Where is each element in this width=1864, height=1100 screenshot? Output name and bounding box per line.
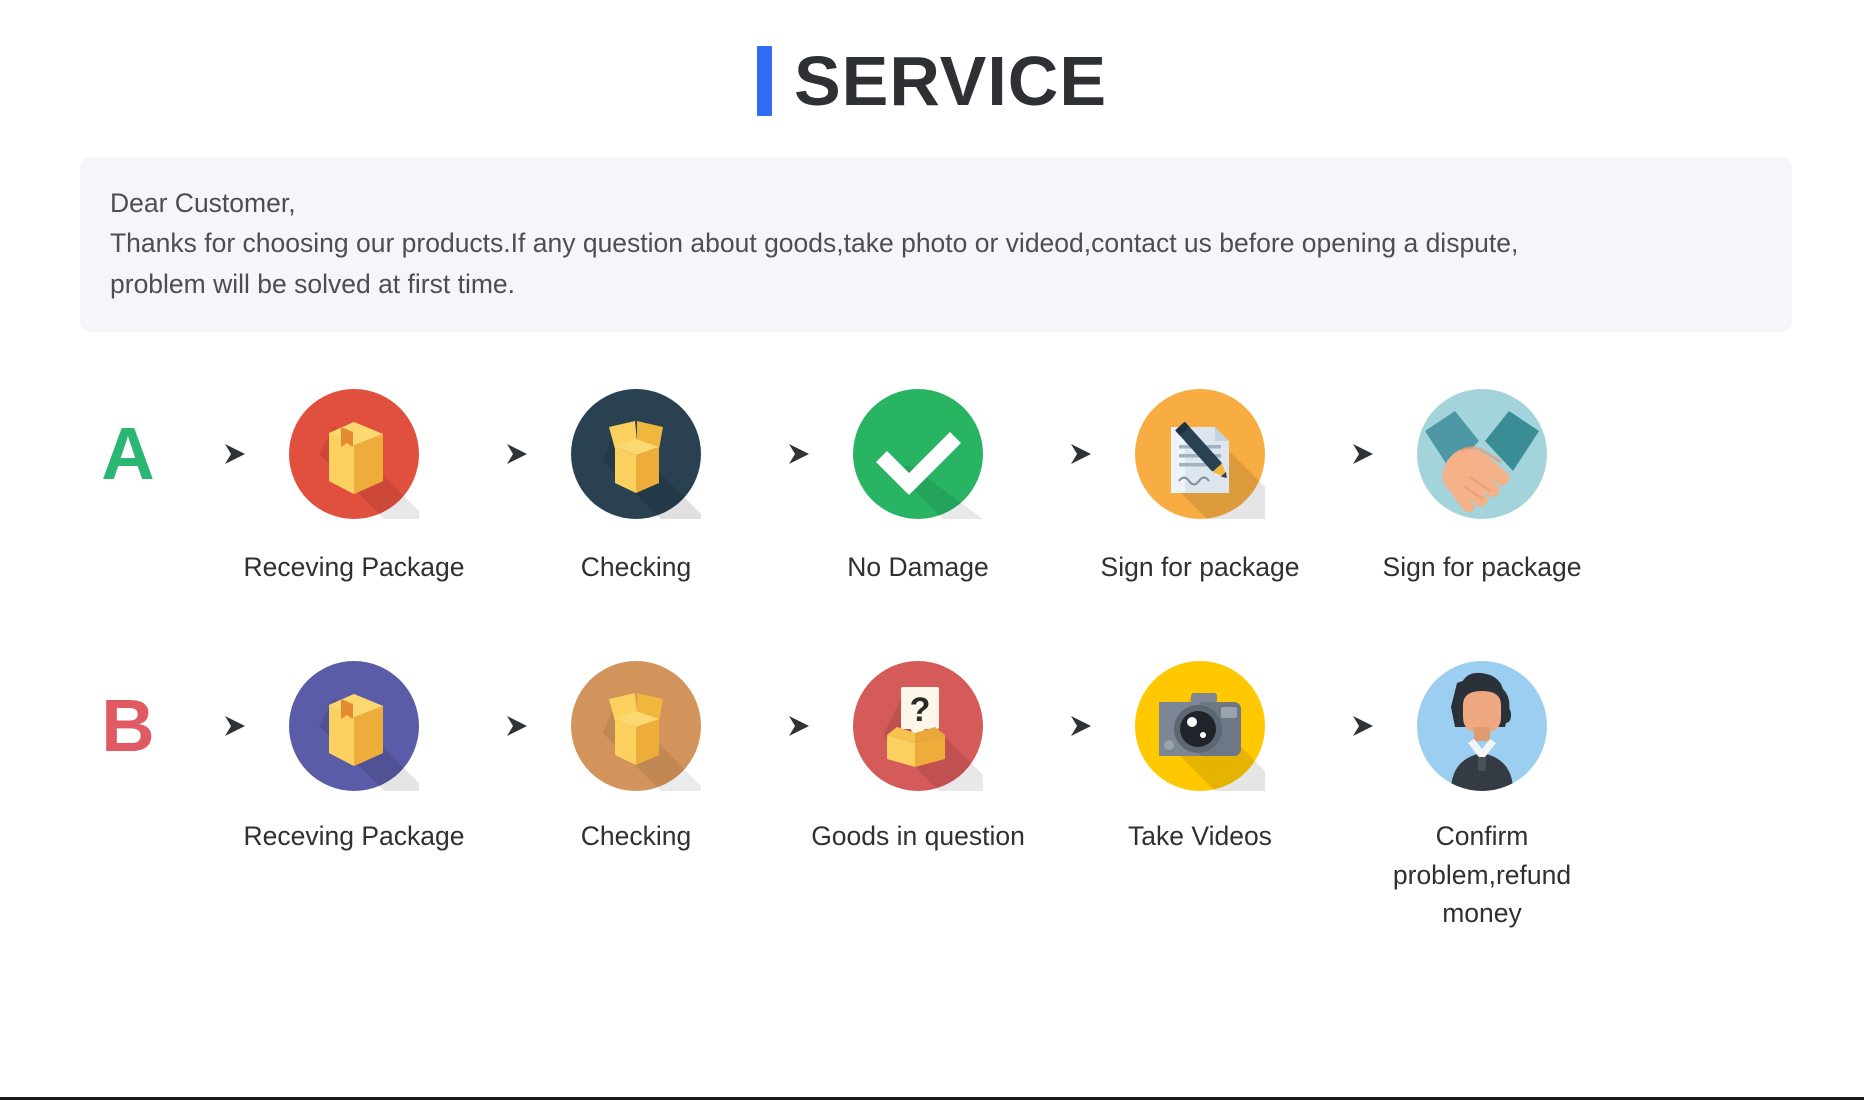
document-pen-icon (1135, 388, 1265, 519)
arrow-right-icon (1017, 661, 1101, 791)
arrow-right-icon (1299, 661, 1383, 791)
camera-icon (1135, 661, 1265, 792)
flow-step-b5-label: Confirm problem,refund money (1392, 821, 1572, 929)
svg-text:?: ? (910, 691, 931, 729)
handshake-icon (1417, 388, 1547, 519)
flow-step-b2-label: Checking (580, 821, 692, 852)
flow-step-a4: Sign for package (1101, 364, 1299, 586)
closed-box-icon (289, 388, 419, 519)
open-box-icon (571, 661, 701, 792)
flow-step-b1: Receving Package (244, 636, 464, 855)
flow-step-a5: Sign for package (1383, 364, 1581, 586)
customer-notice-banner: Dear Customer, Thanks for choosing our p… (80, 157, 1792, 332)
arrow-right-icon (453, 389, 537, 519)
flow-letter-a: A (85, 389, 171, 519)
arrow-right-icon (453, 661, 537, 791)
open-box-icon (571, 388, 701, 519)
flow-row-b: B Receving Package Checking ? Goods in q… (0, 636, 1864, 932)
notice-line-1: Dear Customer, (110, 188, 296, 218)
arrow-right-icon (1299, 389, 1383, 519)
flow-letter-b-text: B (101, 684, 155, 768)
service-page: SERVICE Dear Customer, Thanks for choosi… (0, 0, 1864, 1100)
flow-step-b3: ? Goods in question (811, 636, 1025, 855)
page-title: SERVICE (0, 0, 1864, 116)
check-mark-icon (853, 388, 983, 519)
flow-letter-a-text: A (101, 411, 155, 495)
arrow-right-icon (735, 389, 819, 519)
flow-step-a4-label: Sign for package (1100, 551, 1300, 582)
flow-step-a5-label: Sign for package (1382, 551, 1582, 582)
arrow-right-icon (171, 389, 255, 519)
flow-step-a1: Receving Package (244, 364, 464, 586)
notice-line-2: Thanks for choosing our products.If any … (110, 228, 1519, 259)
arrow-right-icon (1017, 389, 1101, 519)
arrow-right-icon (735, 661, 819, 791)
flow-step-b5: Confirm problem,refund money (1383, 636, 1581, 932)
flow-letter-b: B (85, 661, 171, 791)
vertical-bar-icon (756, 46, 772, 116)
page-title-text: SERVICE (793, 42, 1108, 120)
question-box-icon: ? (853, 661, 983, 792)
flow-step-b3-label: Goods in question (811, 821, 1025, 852)
flow-step-a2-label: Checking (580, 551, 692, 582)
flow-step-b4-label: Take Videos (1128, 821, 1272, 852)
flow-step-b4: Take Videos (1101, 636, 1299, 855)
flow-step-b2: Checking (537, 636, 735, 855)
flow-step-a2: Checking (537, 364, 735, 586)
closed-box-icon (289, 661, 419, 792)
flow-step-a3: No Damage (819, 364, 1017, 586)
flow-row-a: A Receving Package Checking No Damage Si… (0, 364, 1864, 586)
flow-step-a3-label: No Damage (847, 551, 989, 582)
arrow-right-icon (171, 661, 255, 791)
support-person-icon (1417, 661, 1547, 792)
notice-line-3: problem will be solved at first time. (110, 268, 516, 299)
flow-step-b1-label: Receving Package (243, 821, 465, 852)
flow-step-a1-label: Receving Package (243, 551, 465, 582)
